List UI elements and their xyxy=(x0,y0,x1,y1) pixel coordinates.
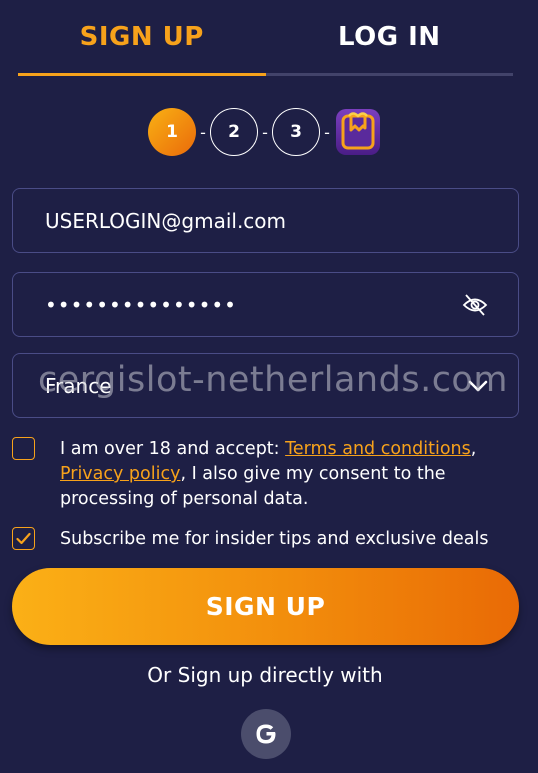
step-indicator: 1 - 2 - 3 - xyxy=(148,107,380,157)
step-separator: - xyxy=(324,122,330,142)
country-value: France xyxy=(45,373,112,398)
terms-prefix: I am over 18 and accept: xyxy=(60,439,286,459)
step-separator: - xyxy=(262,122,268,142)
terms-text: I am over 18 and accept: Terms and condi… xyxy=(60,437,522,512)
subscribe-row: Subscribe me for insider tips and exclus… xyxy=(12,527,522,552)
terms-checkbox[interactable] xyxy=(12,437,35,460)
password-value[interactable]: ••••••••••••••• xyxy=(45,293,460,317)
alt-signup-label: Or Sign up directly with xyxy=(147,663,383,687)
password-field[interactable]: ••••••••••••••• xyxy=(12,272,519,337)
chevron-down-icon xyxy=(466,374,490,398)
eye-off-icon[interactable] xyxy=(460,290,490,320)
signup-button[interactable]: SIGN UP xyxy=(12,568,519,645)
step-3: 3 xyxy=(272,108,320,156)
subscribe-checkbox[interactable] xyxy=(12,527,35,550)
tab-login[interactable]: LOG IN xyxy=(265,0,513,76)
check-icon xyxy=(16,532,31,545)
terms-comma: , xyxy=(470,439,477,459)
step-1: 1 xyxy=(148,108,196,156)
subscribe-label: Subscribe me for insider tips and exclus… xyxy=(60,529,489,549)
terms-link[interactable]: Terms and conditions xyxy=(285,439,471,459)
google-icon xyxy=(256,724,276,744)
auth-tabs: SIGN UP LOG IN xyxy=(18,0,513,76)
tab-signup[interactable]: SIGN UP xyxy=(18,0,266,76)
step-separator: - xyxy=(200,122,206,142)
terms-row: I am over 18 and accept: Terms and condi… xyxy=(12,437,522,512)
email-field[interactable]: USERLOGIN@gmail.com xyxy=(12,188,519,253)
google-signup-button[interactable] xyxy=(241,709,291,759)
country-select[interactable]: France xyxy=(12,353,519,418)
gift-icon xyxy=(336,109,380,155)
privacy-link[interactable]: Privacy policy xyxy=(60,464,180,484)
step-2: 2 xyxy=(210,108,258,156)
email-value[interactable]: USERLOGIN@gmail.com xyxy=(45,209,490,233)
